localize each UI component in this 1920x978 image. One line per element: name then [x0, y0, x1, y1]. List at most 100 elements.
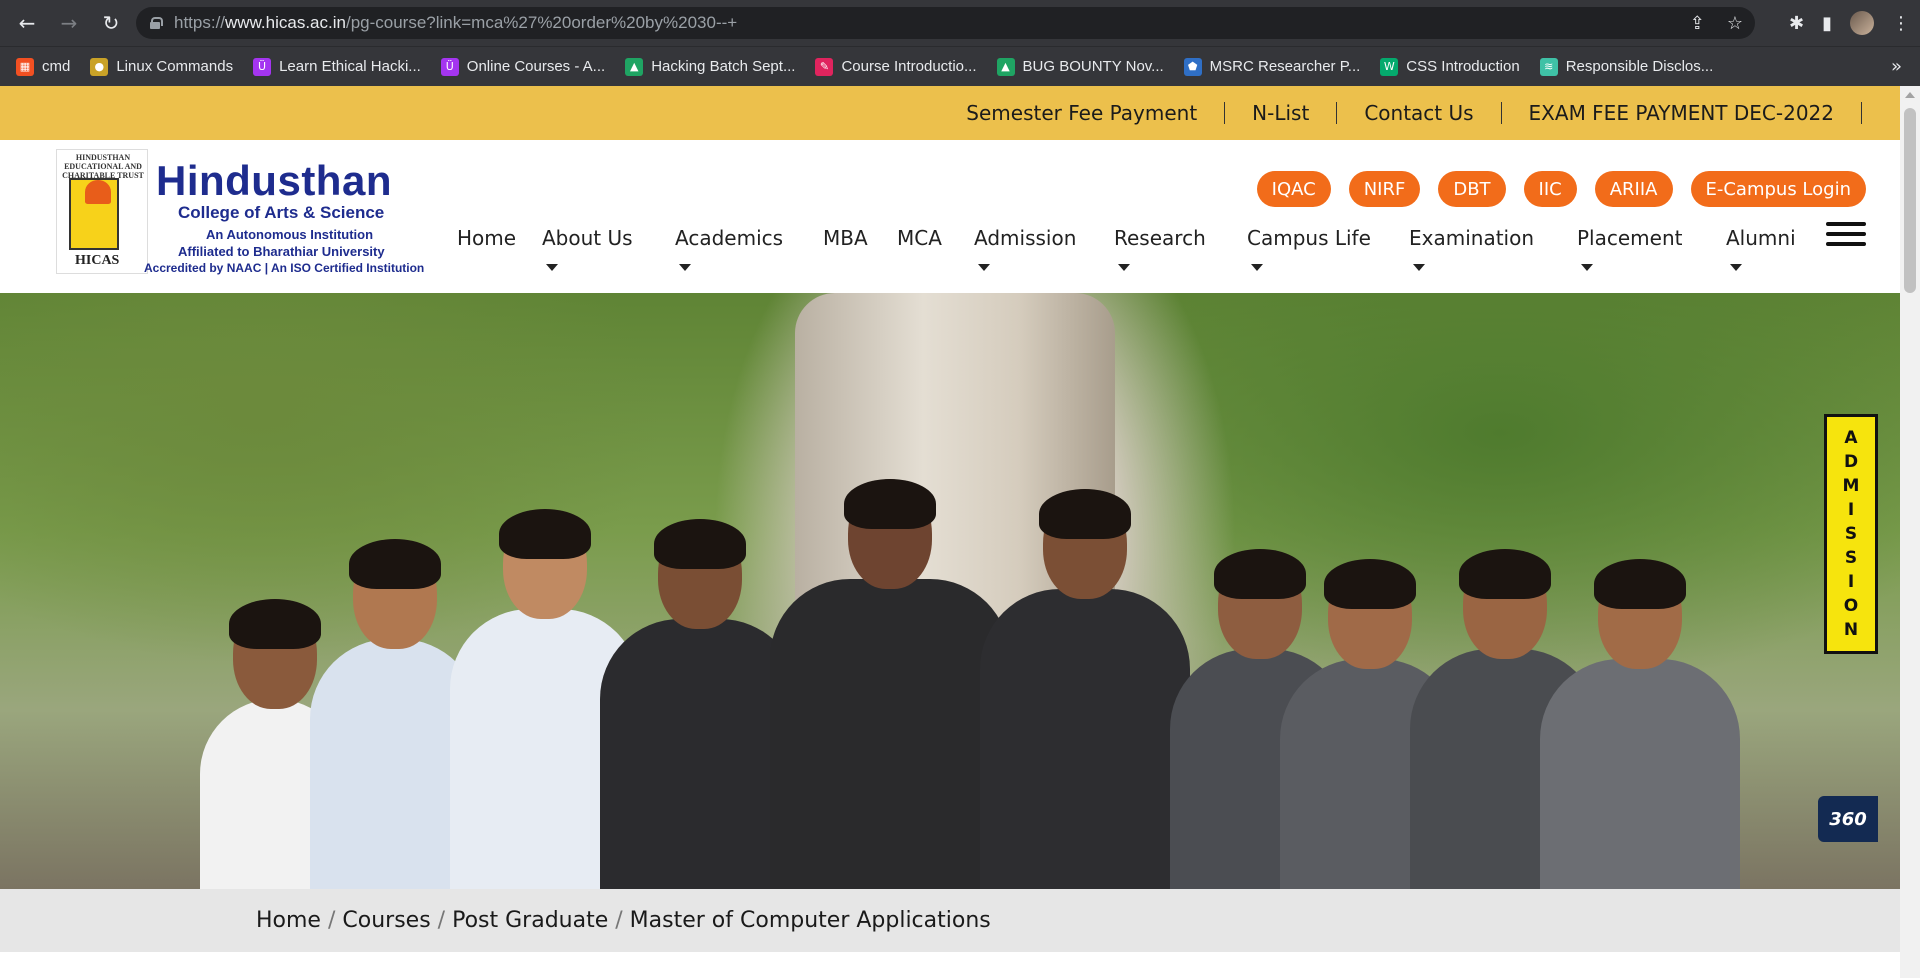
star-icon[interactable]: ☆: [1727, 13, 1743, 34]
windows-icon: ▦: [16, 57, 34, 76]
bookmark-item[interactable]: Ü Learn Ethical Hacki...: [253, 57, 421, 76]
hamburger-menu-icon[interactable]: [1826, 222, 1866, 248]
logo-line-3: Accredited by NAAC | An ISO Certified In…: [144, 261, 425, 275]
scrollbar-thumb[interactable]: [1904, 108, 1916, 293]
bookmark-label: MSRC Researcher P...: [1209, 58, 1361, 75]
quick-link-pill[interactable]: IIC: [1523, 171, 1577, 207]
extensions-icon[interactable]: ✱: [1789, 13, 1804, 34]
menu-kebab-icon[interactable]: ⋮: [1892, 13, 1910, 34]
share-icon[interactable]: ⇪: [1690, 13, 1705, 34]
quick-link-pill[interactable]: NIRF: [1348, 171, 1421, 207]
scroll-up-arrow-icon[interactable]: [1905, 92, 1915, 98]
drive-icon: ▲: [625, 57, 644, 76]
caret-down-icon[interactable]: [1413, 264, 1425, 271]
nav-item-label: MBA: [823, 226, 868, 250]
logo-subtitle: College of Arts & Science: [178, 203, 385, 222]
torch-flame-icon: [85, 180, 111, 204]
nav-item-label: About Us: [542, 226, 633, 250]
globe-icon: ●: [90, 57, 109, 76]
side-panel-icon[interactable]: ▮: [1822, 13, 1832, 34]
virtual-tour-360-button[interactable]: 360: [1818, 796, 1878, 842]
caret-down-icon[interactable]: [1118, 264, 1130, 271]
breadcrumb-link[interactable]: Post Graduate: [452, 908, 608, 933]
page-scrollbar[interactable]: [1900, 86, 1920, 978]
student-hair: [1594, 559, 1686, 609]
bookmark-label: Learn Ethical Hacki...: [279, 58, 421, 75]
address-bar[interactable]: https://www.hicas.ac.in/pg-course?link=m…: [136, 7, 1755, 39]
caret-down-icon[interactable]: [679, 264, 691, 271]
caret-down-icon[interactable]: [1581, 264, 1593, 271]
logo-line-1: An Autonomous Institution: [206, 227, 374, 242]
topbar-link[interactable]: N-List: [1225, 102, 1338, 124]
admission-letter: S: [1844, 523, 1858, 544]
browser-toolbar: ← → ↻ https://www.hicas.ac.in/pg-course?…: [0, 0, 1920, 46]
nav-item[interactable]: MCA: [897, 226, 942, 250]
site-header: HINDUSTHAN EDUCATIONAL AND CHARITABLE TR…: [0, 140, 1900, 293]
student-figure: [770, 579, 1010, 889]
nav-item[interactable]: Placement: [1577, 226, 1682, 271]
quick-link-pill[interactable]: E-Campus Login: [1690, 171, 1866, 207]
breadcrumb: Home / Courses / Post Graduate / Master of Com…: [0, 889, 1900, 952]
nav-item[interactable]: Campus Life: [1247, 226, 1371, 271]
bookmark-item[interactable]: ▦ cmd: [16, 57, 70, 76]
nav-item[interactable]: Academics: [675, 226, 784, 271]
bookmark-item[interactable]: W CSS Introduction: [1380, 57, 1520, 76]
nav-item[interactable]: Examination: [1409, 226, 1534, 271]
topbar-link[interactable]: EXAM FEE PAYMENT DEC-2022: [1502, 102, 1862, 124]
bookmark-item[interactable]: ● Linux Commands: [90, 57, 234, 76]
nav-item[interactable]: About Us: [542, 226, 633, 271]
nav-item[interactable]: Home: [457, 226, 516, 250]
admission-letter: N: [1843, 619, 1859, 640]
web-page: Semester Fee Payment N-List Contact Us EXAM…: [0, 86, 1900, 978]
college-logo[interactable]: HINDUSTHAN EDUCATIONAL AND CHARITABLE TR…: [56, 149, 439, 275]
student-hair: [229, 599, 321, 649]
nav-item-label: Campus Life: [1247, 226, 1371, 250]
nav-item[interactable]: Admission: [974, 226, 1076, 271]
bookmark-item[interactable]: ✎ Course Introductio...: [815, 57, 977, 76]
bookmark-label: Online Courses - A...: [466, 58, 606, 75]
caret-down-icon[interactable]: [1251, 264, 1263, 271]
admission-side-button[interactable]: ADMISSION: [1824, 414, 1878, 654]
bookmark-item[interactable]: ≋ Responsible Disclos...: [1539, 57, 1714, 76]
topbar-link[interactable]: Contact Us: [1337, 102, 1502, 124]
bookmark-label: Hacking Batch Sept...: [651, 58, 796, 75]
quick-link-pill[interactable]: ARIIA: [1594, 171, 1673, 207]
quick-link-pill[interactable]: DBT: [1438, 171, 1506, 207]
nav-item[interactable]: Alumni: [1726, 226, 1796, 271]
nav-item-label: Research: [1114, 226, 1206, 250]
nav-item-label: Home: [457, 226, 517, 250]
bookmark-label: Responsible Disclos...: [1565, 58, 1714, 75]
caret-down-icon[interactable]: [978, 264, 990, 271]
breadcrumb-link[interactable]: Courses: [342, 908, 430, 933]
back-icon[interactable]: ←: [12, 8, 42, 38]
w3-icon: W: [1380, 57, 1399, 76]
nav-item[interactable]: MBA: [823, 226, 868, 250]
bookmark-item[interactable]: Ü Online Courses - A...: [440, 57, 606, 76]
lock-icon[interactable]: [150, 17, 163, 29]
student-figure: [980, 589, 1190, 889]
emblem-icon: HINDUSTHAN EDUCATIONAL AND CHARITABLE TR…: [56, 149, 148, 274]
quick-link-pill[interactable]: IQAC: [1256, 171, 1331, 207]
reload-icon[interactable]: ↻: [96, 8, 126, 38]
bookmark-item[interactable]: ▲ BUG BOUNTY Nov...: [996, 57, 1164, 76]
hero-banner-image: [0, 293, 1900, 889]
bookmarks-overflow-icon[interactable]: »: [1891, 56, 1902, 77]
nav-item-label: Academics: [675, 226, 784, 250]
caret-down-icon[interactable]: [1730, 264, 1742, 271]
nav-item-label: Alumni: [1726, 226, 1796, 250]
bookmark-item[interactable]: ⬟ MSRC Researcher P...: [1183, 57, 1361, 76]
breadcrumb-link[interactable]: Home: [256, 908, 321, 933]
profile-avatar[interactable]: [1850, 11, 1874, 35]
bookmark-item[interactable]: ▲ Hacking Batch Sept...: [625, 57, 796, 76]
caret-down-icon[interactable]: [546, 264, 558, 271]
admission-letter: O: [1843, 595, 1859, 616]
udemy-icon: Ü: [440, 57, 459, 76]
forward-icon[interactable]: →: [54, 8, 84, 38]
bookmark-label: Linux Commands: [116, 58, 234, 75]
nav-item-label: MCA: [897, 226, 942, 250]
url-text[interactable]: https://www.hicas.ac.in/pg-course?link=m…: [174, 13, 737, 33]
top-utility-bar: Semester Fee Payment N-List Contact Us EXAM…: [0, 86, 1900, 140]
topbar-link[interactable]: Semester Fee Payment: [939, 102, 1226, 124]
nav-item[interactable]: Research: [1114, 226, 1206, 271]
students-group: [160, 453, 1800, 889]
